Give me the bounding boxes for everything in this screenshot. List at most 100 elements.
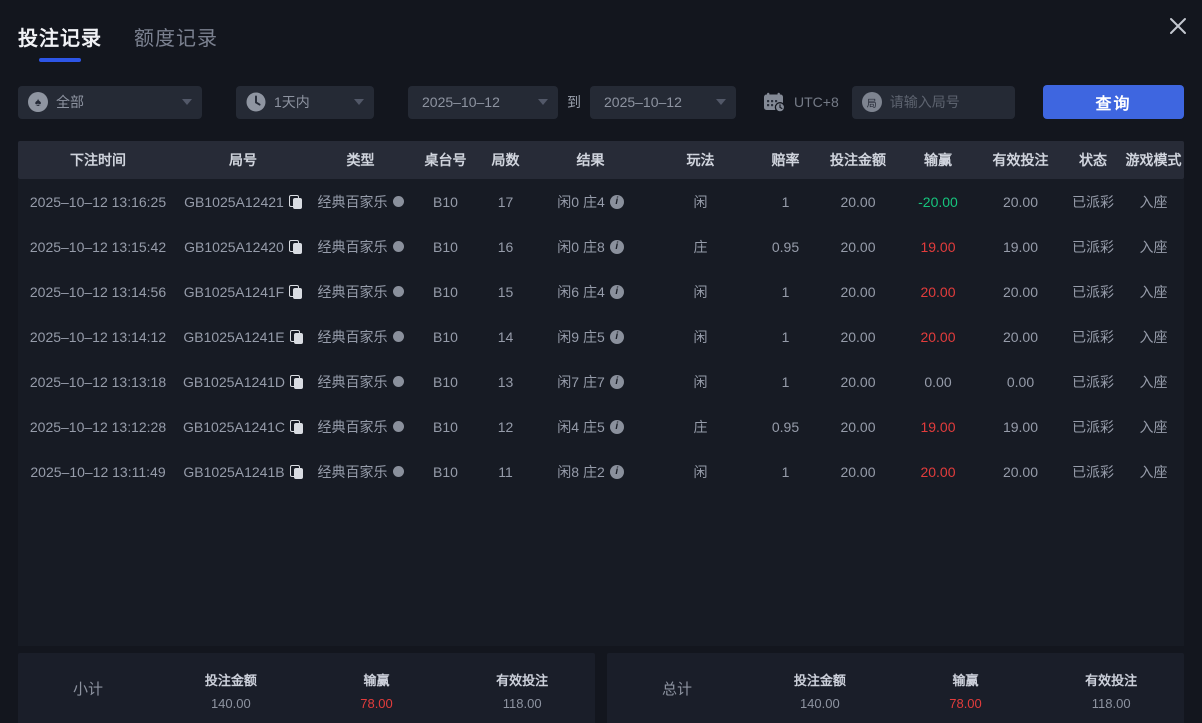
cell-round-id: GB1025A1241D bbox=[178, 374, 308, 390]
copy-icon[interactable] bbox=[289, 284, 303, 299]
game-logo-icon bbox=[392, 196, 404, 207]
game-logo-icon bbox=[392, 376, 404, 387]
info-icon[interactable]: i bbox=[609, 329, 624, 344]
cell-round-number: 14 bbox=[497, 328, 514, 345]
copy-icon[interactable] bbox=[289, 329, 303, 344]
column-header: 类型 bbox=[346, 152, 375, 168]
bet-amount-label: 投注金额 bbox=[204, 673, 257, 688]
cell-bet-amount: 20.00 bbox=[840, 283, 876, 300]
table-row: 2025–10–12 13:15:42 GB1025A12420 经典百家乐 B10 1… bbox=[18, 224, 1184, 269]
subtotal-bet-amount: 投注金额 140.00 bbox=[158, 670, 304, 711]
table-body: 2025–10–12 13:16:25 GB1025A12421 经典百家乐 B10 1… bbox=[18, 179, 1184, 646]
copy-icon[interactable] bbox=[289, 464, 303, 479]
cell-bet-time: 2025–10–12 13:12:28 bbox=[29, 418, 167, 435]
cell-bet-amount: 20.00 bbox=[840, 463, 876, 480]
copy-icon[interactable] bbox=[289, 419, 303, 434]
column-header: 输赢 bbox=[924, 152, 952, 168]
tab-quota-records[interactable]: 额度记录 bbox=[134, 22, 218, 51]
round-search-input[interactable]: 局 请输入局号 bbox=[851, 85, 1015, 119]
cell-game-mode: 入座 bbox=[1139, 193, 1168, 210]
copy-icon[interactable] bbox=[289, 374, 303, 389]
cell-result: 闲9 庄5 i bbox=[533, 327, 648, 347]
cell-play-type: 闲 bbox=[693, 328, 708, 345]
chevron-down-icon bbox=[182, 99, 192, 105]
column-header: 结果 bbox=[576, 152, 605, 168]
cell-win-loss: -20.00 bbox=[918, 193, 958, 210]
copy-icon[interactable] bbox=[288, 194, 302, 209]
cell-odds: 1 bbox=[781, 328, 790, 345]
tab-betting-records[interactable]: 投注记录 bbox=[18, 22, 102, 62]
column-header: 状态 bbox=[1079, 152, 1107, 168]
date-to-picker[interactable]: 2025–10–12 bbox=[590, 85, 736, 119]
cell-game-type: 经典百家乐 bbox=[308, 282, 413, 302]
win-loss-label: 输赢 bbox=[363, 673, 390, 688]
info-icon[interactable]: i bbox=[609, 419, 624, 434]
copy-icon[interactable] bbox=[288, 239, 302, 254]
close-icon[interactable] bbox=[1164, 12, 1192, 40]
cell-table-number: B10 bbox=[433, 463, 458, 480]
cell-game-type: 经典百家乐 bbox=[308, 462, 413, 482]
time-range-select[interactable]: 1天内 bbox=[236, 85, 374, 119]
cell-win-loss: 20.00 bbox=[920, 328, 956, 345]
column-header: 桌台号 bbox=[424, 152, 467, 168]
cell-table-number: B10 bbox=[433, 238, 458, 255]
total-panel: 总计 投注金额 140.00 输赢 78.00 有效投注 118.00 bbox=[607, 653, 1184, 723]
valid-bet-label: 有效投注 bbox=[1085, 673, 1138, 688]
win-loss-value: 78.00 bbox=[360, 696, 393, 711]
cell-round-number: 17 bbox=[497, 193, 514, 210]
bet-amount-value: 140.00 bbox=[210, 696, 251, 711]
cell-game-type: 经典百家乐 bbox=[308, 192, 413, 212]
game-type-select[interactable]: ♠ 全部 bbox=[18, 85, 202, 119]
cell-round-number: 12 bbox=[497, 418, 514, 435]
cell-play-type: 闲 bbox=[693, 283, 708, 300]
date-to-value: 2025–10–12 bbox=[604, 94, 682, 110]
betting-records-dialog: 投注记录 额度记录 ♠ 全部 1天内 2025–10–12 到 2025–10–… bbox=[0, 0, 1202, 723]
cell-bet-amount: 20.00 bbox=[840, 373, 876, 390]
total-win-loss: 输赢 78.00 bbox=[893, 670, 1039, 711]
column-header: 局号 bbox=[229, 152, 257, 168]
date-from-picker[interactable]: 2025–10–12 bbox=[408, 85, 558, 119]
cell-win-loss: 20.00 bbox=[920, 463, 956, 480]
subtotal-win-loss: 输赢 78.00 bbox=[304, 670, 450, 711]
game-type-value: 全部 bbox=[56, 94, 84, 110]
table-row: 2025–10–12 13:16:25 GB1025A12421 经典百家乐 B10 1… bbox=[18, 179, 1184, 224]
info-icon[interactable]: i bbox=[609, 284, 624, 299]
cell-odds: 0.95 bbox=[771, 238, 800, 255]
cell-status: 已派彩 bbox=[1072, 373, 1114, 390]
cell-win-loss: 19.00 bbox=[920, 238, 956, 255]
cell-valid-bet: 19.00 bbox=[1002, 418, 1039, 435]
info-icon[interactable]: i bbox=[609, 194, 624, 209]
column-header: 有效投注 bbox=[992, 152, 1049, 168]
cell-round-id: GB1025A1241C bbox=[178, 419, 308, 435]
clock-icon bbox=[246, 92, 266, 112]
cell-status: 已派彩 bbox=[1072, 418, 1114, 435]
tab-bar: 投注记录 额度记录 bbox=[0, 0, 1202, 62]
subtotal-valid-bet: 有效投注 118.00 bbox=[449, 670, 595, 711]
cell-round-number: 15 bbox=[497, 283, 514, 300]
cell-play-type: 闲 bbox=[693, 463, 708, 480]
timezone-label: UTC+8 bbox=[794, 94, 839, 110]
bet-amount-label: 投注金额 bbox=[793, 673, 846, 688]
info-icon[interactable]: i bbox=[609, 374, 624, 389]
valid-bet-value: 118.00 bbox=[502, 696, 542, 711]
cell-bet-amount: 20.00 bbox=[840, 328, 876, 345]
cell-valid-bet: 20.00 bbox=[1002, 463, 1039, 480]
cell-result: 闲8 庄2 i bbox=[533, 462, 648, 482]
cell-status: 已派彩 bbox=[1072, 283, 1114, 300]
game-logo-icon bbox=[392, 421, 404, 432]
query-button[interactable]: 查询 bbox=[1043, 85, 1184, 119]
timezone-display: UTC+8 bbox=[763, 92, 839, 113]
chevron-down-icon bbox=[354, 99, 364, 105]
cell-odds: 1 bbox=[781, 373, 790, 390]
cell-table-number: B10 bbox=[433, 418, 458, 435]
tab-betting-records-label: 投注记录 bbox=[18, 28, 102, 50]
bet-amount-value: 140.00 bbox=[799, 696, 840, 711]
info-icon[interactable]: i bbox=[609, 239, 624, 254]
total-valid-bet: 有效投注 118.00 bbox=[1038, 670, 1184, 711]
cell-game-mode: 入座 bbox=[1139, 328, 1168, 345]
valid-bet-value: 118.00 bbox=[1091, 696, 1131, 711]
cell-game-mode: 入座 bbox=[1139, 238, 1168, 255]
table-row: 2025–10–12 13:13:18 GB1025A1241D 经典百家乐 B10 1… bbox=[18, 359, 1184, 404]
table-header-row: 下注时间 局号 类型 桌台号 局数 结果 玩法 赔率 投注金额 输赢 有效投注 状态 游戏模式 bbox=[18, 141, 1184, 179]
info-icon[interactable]: i bbox=[609, 464, 624, 479]
